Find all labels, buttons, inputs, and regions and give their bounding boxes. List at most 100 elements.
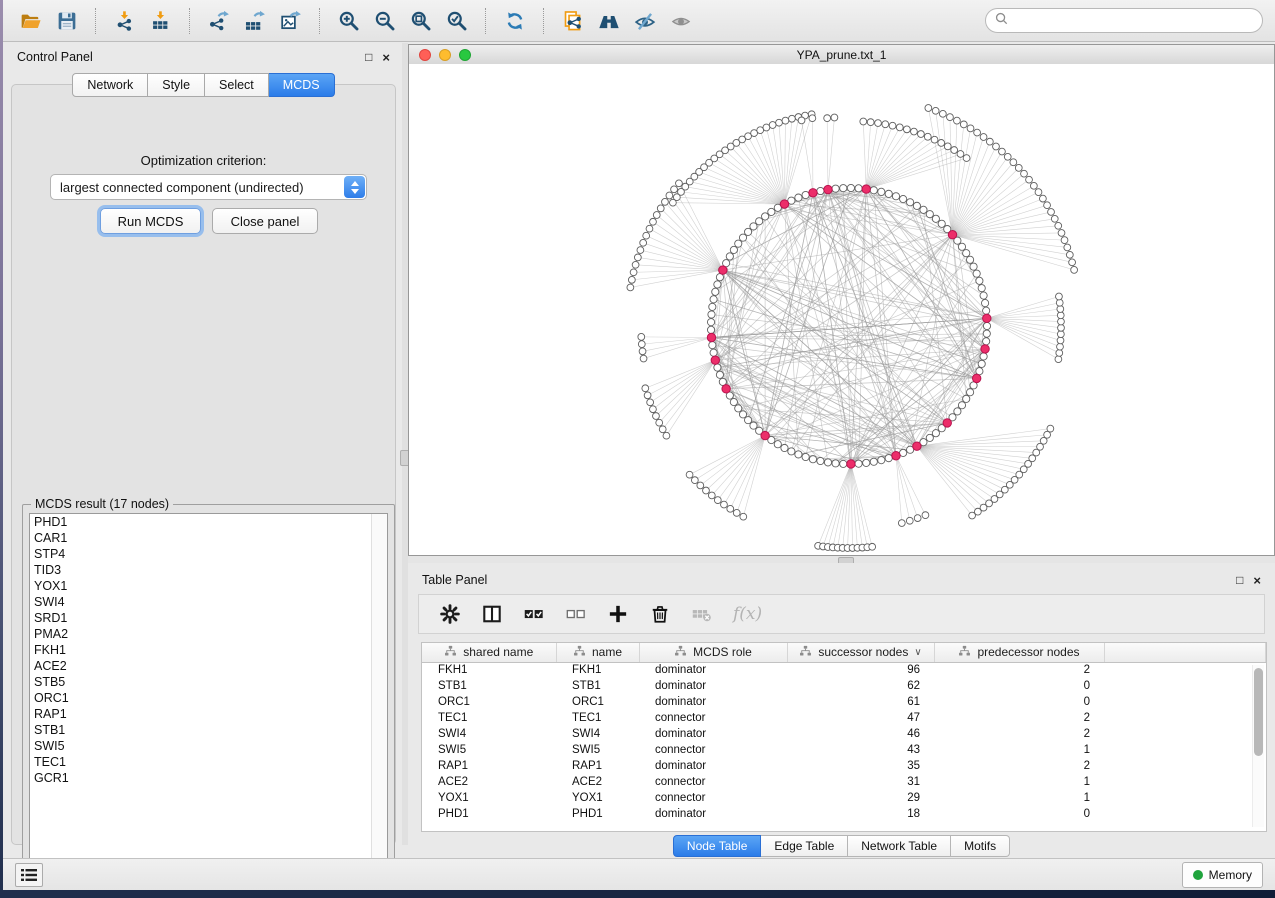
mcds-result-item[interactable]: ORC1 bbox=[30, 690, 387, 706]
network-node[interactable] bbox=[831, 114, 838, 121]
network-node[interactable] bbox=[903, 126, 910, 133]
network-node[interactable] bbox=[817, 187, 824, 194]
network-node[interactable] bbox=[1048, 209, 1055, 216]
network-node[interactable] bbox=[980, 292, 987, 299]
network-node[interactable] bbox=[714, 497, 721, 504]
network-node[interactable] bbox=[922, 512, 929, 519]
network-node[interactable] bbox=[840, 460, 847, 467]
network-node[interactable] bbox=[707, 319, 714, 326]
clone-network-icon[interactable] bbox=[557, 6, 589, 36]
split-columns-icon[interactable] bbox=[481, 603, 503, 625]
network-node[interactable] bbox=[967, 125, 974, 132]
network-node[interactable] bbox=[920, 206, 927, 213]
network-node[interactable] bbox=[735, 240, 742, 247]
network-node[interactable] bbox=[1047, 425, 1054, 432]
mcds-hub-node[interactable] bbox=[943, 419, 951, 427]
mcds-hub-node[interactable] bbox=[862, 185, 870, 193]
network-node[interactable] bbox=[885, 190, 892, 197]
network-node[interactable] bbox=[768, 208, 775, 215]
network-node[interactable] bbox=[802, 191, 809, 198]
network-node[interactable] bbox=[639, 348, 646, 355]
show-all-icon[interactable] bbox=[665, 6, 697, 36]
memory-button[interactable]: Memory bbox=[1182, 862, 1263, 888]
network-node[interactable] bbox=[1039, 195, 1046, 202]
mcds-hub-node[interactable] bbox=[847, 460, 855, 468]
mcds-result-item[interactable]: ACE2 bbox=[30, 658, 387, 674]
tab-mcds[interactable]: MCDS bbox=[269, 73, 335, 97]
mcds-hub-node[interactable] bbox=[983, 314, 991, 322]
optimization-criterion-select[interactable]: largest connected component (undirected) bbox=[50, 174, 367, 200]
mcds-result-item[interactable]: STB5 bbox=[30, 674, 387, 690]
network-node[interactable] bbox=[878, 188, 885, 195]
network-node[interactable] bbox=[911, 128, 918, 135]
network-node[interactable] bbox=[1064, 244, 1071, 251]
network-node[interactable] bbox=[730, 246, 737, 253]
network-node[interactable] bbox=[976, 277, 983, 284]
network-node[interactable] bbox=[824, 459, 831, 466]
network-node[interactable] bbox=[1035, 189, 1042, 196]
column-header-successor-nodes[interactable]: successor nodes∨ bbox=[787, 643, 934, 662]
network-node[interactable] bbox=[1056, 299, 1063, 306]
task-history-button[interactable] bbox=[15, 863, 43, 887]
network-node[interactable] bbox=[710, 349, 717, 356]
network-node[interactable] bbox=[1030, 182, 1037, 189]
network-node[interactable] bbox=[1057, 343, 1064, 350]
network-node[interactable] bbox=[644, 392, 651, 399]
network-node[interactable] bbox=[708, 311, 715, 318]
add-row-icon[interactable] bbox=[607, 603, 629, 625]
network-node[interactable] bbox=[889, 122, 896, 129]
export-image-icon[interactable] bbox=[275, 6, 307, 36]
mcds-hub-node[interactable] bbox=[948, 231, 956, 239]
network-node[interactable] bbox=[653, 212, 660, 219]
table-row[interactable]: PHD1PHD1dominator180 bbox=[422, 806, 1266, 822]
network-node[interactable] bbox=[643, 232, 650, 239]
network-node[interactable] bbox=[697, 482, 704, 489]
network-node[interactable] bbox=[733, 509, 740, 516]
network-node[interactable] bbox=[703, 487, 710, 494]
network-node[interactable] bbox=[1055, 356, 1062, 363]
network-node[interactable] bbox=[882, 121, 889, 128]
mcds-hub-node[interactable] bbox=[972, 374, 980, 382]
network-node[interactable] bbox=[627, 284, 634, 291]
network-node[interactable] bbox=[896, 124, 903, 131]
network-node[interactable] bbox=[798, 117, 805, 124]
network-node[interactable] bbox=[640, 355, 647, 362]
network-node[interactable] bbox=[1061, 237, 1068, 244]
network-node[interactable] bbox=[860, 118, 867, 125]
mcds-result-item[interactable]: SWI4 bbox=[30, 594, 387, 610]
network-node[interactable] bbox=[840, 185, 847, 192]
mcds-result-item[interactable]: TEC1 bbox=[30, 754, 387, 770]
tab-network[interactable]: Network bbox=[72, 73, 148, 97]
network-node[interactable] bbox=[898, 520, 905, 527]
network-node[interactable] bbox=[730, 398, 737, 405]
network-node[interactable] bbox=[671, 186, 678, 193]
network-node[interactable] bbox=[744, 228, 751, 235]
network-node[interactable] bbox=[707, 326, 714, 333]
network-node[interactable] bbox=[832, 460, 839, 467]
network-node[interactable] bbox=[1010, 159, 1017, 166]
network-node[interactable] bbox=[938, 140, 945, 147]
network-node[interactable] bbox=[867, 119, 874, 126]
network-node[interactable] bbox=[809, 456, 816, 463]
network-node[interactable] bbox=[739, 411, 746, 418]
mcds-hub-node[interactable] bbox=[809, 189, 817, 197]
network-node[interactable] bbox=[1057, 312, 1064, 319]
network-node[interactable] bbox=[634, 254, 641, 261]
tab-style[interactable]: Style bbox=[148, 73, 205, 97]
mcds-result-item[interactable]: TID3 bbox=[30, 562, 387, 578]
mcds-hub-node[interactable] bbox=[913, 442, 921, 450]
network-node[interactable] bbox=[824, 115, 831, 122]
network-node[interactable] bbox=[642, 385, 649, 392]
network-node[interactable] bbox=[726, 253, 733, 260]
deselect-all-rows-icon[interactable] bbox=[565, 603, 587, 625]
network-node[interactable] bbox=[1015, 164, 1022, 171]
mcds-result-item[interactable]: CAR1 bbox=[30, 530, 387, 546]
network-node[interactable] bbox=[924, 133, 931, 140]
tab-edge-table[interactable]: Edge Table bbox=[761, 835, 848, 857]
network-node[interactable] bbox=[656, 419, 663, 426]
close-panel-button[interactable]: Close panel bbox=[212, 208, 318, 234]
mcds-result-item[interactable]: PHD1 bbox=[30, 514, 387, 530]
network-node[interactable] bbox=[1004, 153, 1011, 160]
network-node[interactable] bbox=[999, 148, 1006, 155]
network-node[interactable] bbox=[740, 513, 747, 520]
